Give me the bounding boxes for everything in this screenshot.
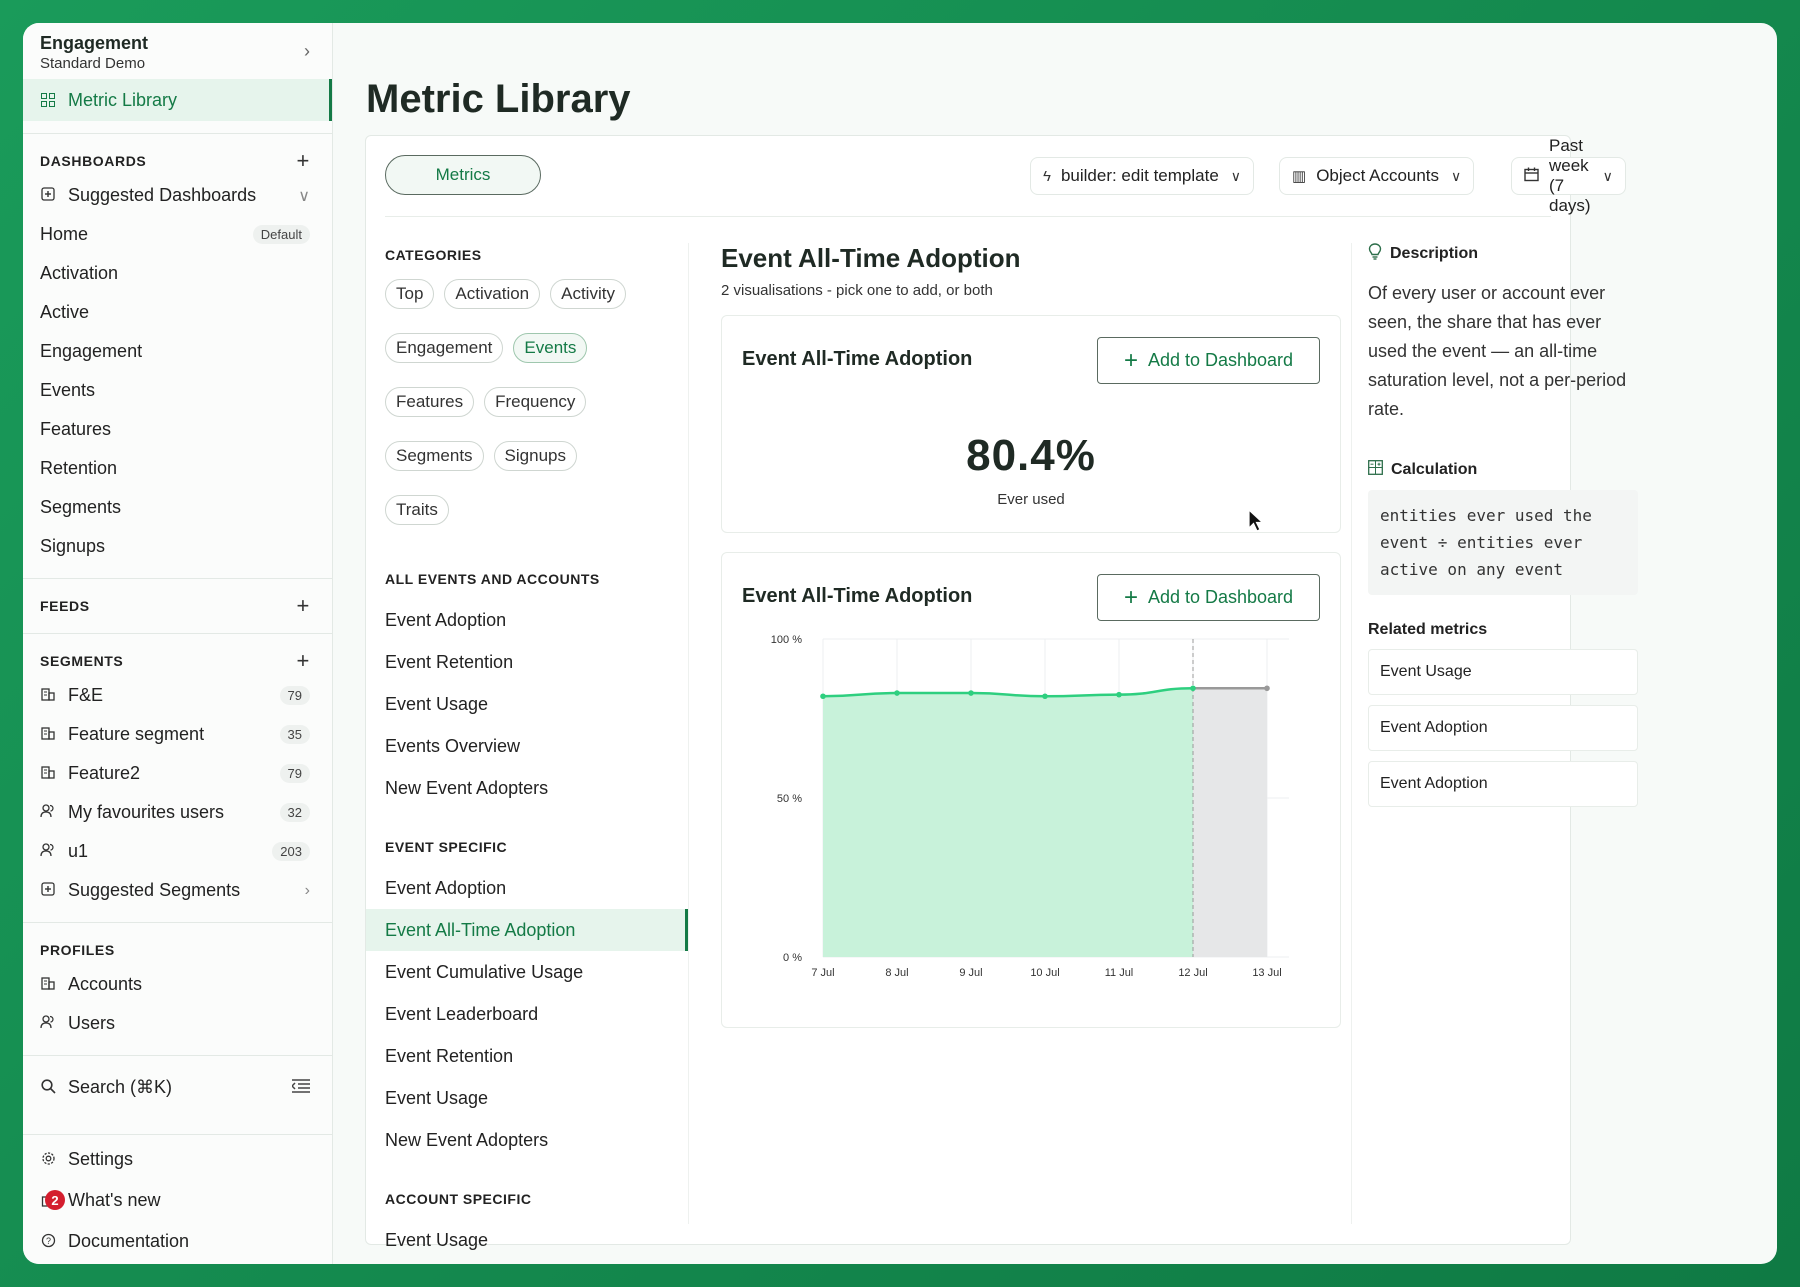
chevron-down-icon: ∨: [1230, 167, 1242, 184]
period-dropdown[interactable]: Past week (7 days) ∨: [1511, 136, 1626, 215]
data-point: [1190, 685, 1196, 692]
category-chip[interactable]: Events: [513, 333, 588, 363]
bolt-icon: ϟ: [1043, 167, 1051, 185]
viz-chart-card: Event All-Time Adoption + Add to Dashboa…: [721, 552, 1341, 1028]
related-metric-item[interactable]: Event Usage: [1368, 649, 1638, 695]
chevron-down-icon: ∨: [1451, 167, 1462, 184]
metric-group-header: ACCOUNT SPECIFIC: [385, 1191, 532, 1207]
metric-group-header: ALL EVENTS AND ACCOUNTS: [385, 571, 600, 587]
metric-detail: Event All-Time Adoption 2 visualisations…: [721, 243, 1341, 1028]
incomplete-period-area: [1193, 688, 1267, 957]
y-tick-label: 0 %: [783, 952, 802, 964]
metric-list-item[interactable]: Event All-Time Adoption: [366, 909, 688, 951]
calculator-icon: [1368, 460, 1383, 480]
metric-list-item[interactable]: Event Adoption: [366, 599, 688, 641]
x-tick-label: 13 Jul: [1252, 967, 1281, 979]
mouse-cursor-icon: [1248, 509, 1265, 532]
category-chip[interactable]: Traits: [385, 495, 449, 525]
description-header-label: Description: [1390, 245, 1479, 262]
metric-list-item[interactable]: Events Overview: [366, 725, 688, 767]
related-metrics-header: Related metrics: [1368, 621, 1488, 638]
metric-title: Event All-Time Adoption: [721, 243, 1021, 273]
metric-list-item[interactable]: Event Adoption: [366, 867, 688, 909]
categories-header: CATEGORIES: [385, 247, 482, 263]
category-chip[interactable]: Activity: [550, 279, 626, 309]
x-tick-label: 9 Jul: [959, 967, 982, 979]
building-icon: ▥: [1292, 168, 1307, 185]
divider: [385, 216, 1551, 217]
viz-title: Event All-Time Adoption: [742, 348, 973, 370]
description-text: Of every user or account ever seen, the …: [1368, 283, 1627, 419]
metric-library-card: Metrics ϟ builder: edit template ∨ ▥ Obj…: [365, 135, 1638, 1250]
main: Metric Library Metrics ϟ builder: edit t…: [23, 23, 1777, 1264]
metric-list-item[interactable]: New Event Adopters: [366, 1119, 688, 1161]
category-chip[interactable]: Features: [385, 387, 475, 417]
add-to-dashboard-button[interactable]: + Add to Dashboard: [1097, 337, 1320, 384]
metrics-tab[interactable]: Metrics: [385, 155, 541, 195]
app-window: Engagement Standard Demo › Metric Librar…: [23, 23, 1777, 1264]
category-chip[interactable]: Activation: [444, 279, 541, 309]
add-to-dashboard-label: Add to Dashboard: [1147, 350, 1294, 370]
template-dropdown-label: builder: edit template: [1060, 166, 1219, 185]
description-header: Description: [1368, 243, 1638, 265]
data-point: [820, 693, 826, 700]
object-dropdown-label: Object Accounts: [1316, 166, 1440, 185]
metric-list-item[interactable]: Event Retention: [366, 1035, 688, 1077]
x-tick-label: 12 Jul: [1178, 967, 1207, 979]
related-metrics-list: Event Usage Event Adoption Event Adoption: [1368, 649, 1638, 807]
data-point: [1042, 693, 1048, 700]
x-tick-label: 8 Jul: [885, 967, 908, 979]
metric-list: CATEGORIES Top Activation Activity Engageme…: [366, 243, 688, 1261]
metric-list-item[interactable]: Event Retention: [366, 641, 688, 683]
category-chip[interactable]: Signups: [493, 441, 577, 471]
y-tick-label: 100 %: [771, 634, 802, 646]
metric-value: 80.4%: [966, 431, 1096, 480]
period-dropdown-label: Past week (7 days): [1549, 136, 1591, 215]
data-point: [894, 690, 900, 696]
metric-details-panel: Description Of every user or account eve…: [1368, 243, 1638, 807]
category-chips: Top Activation Activity Engagement Events Fea…: [366, 267, 626, 525]
column-divider: [688, 243, 689, 1224]
related-metric-item[interactable]: Event Adoption: [1368, 761, 1638, 807]
chevron-down-icon: ∨: [1602, 167, 1613, 184]
metric-value-label: Ever used: [997, 491, 1065, 508]
metric-group-header: EVENT SPECIFIC: [385, 839, 508, 855]
page-title: Metric Library: [366, 77, 631, 121]
calendar-icon: [1524, 167, 1539, 186]
object-dropdown[interactable]: ▥ Object Accounts ∨: [1279, 157, 1475, 195]
y-tick-label: 50 %: [777, 793, 802, 805]
metric-subtitle: 2 visualisations - pick one to add, or b…: [721, 282, 993, 299]
related-metric-item[interactable]: Event Adoption: [1368, 705, 1638, 751]
metric-list-item[interactable]: Event Cumulative Usage: [366, 951, 688, 993]
x-tick-label: 10 Jul: [1030, 967, 1059, 979]
x-tick-label: 7 Jul: [811, 967, 834, 979]
adoption-area: [823, 688, 1193, 957]
metric-list-item[interactable]: Event Usage: [366, 1077, 688, 1119]
data-point: [968, 690, 974, 696]
lightbulb-icon: [1368, 243, 1382, 265]
category-chip[interactable]: Engagement: [385, 333, 504, 363]
column-divider: [1351, 243, 1352, 1224]
metric-list-item[interactable]: New Event Adopters: [366, 767, 688, 809]
x-tick-label: 11 Jul: [1105, 967, 1134, 979]
metric-groups: ALL EVENTS AND ACCOUNTS Event Adoption Eve…: [366, 567, 688, 1261]
template-dropdown[interactable]: ϟ builder: edit template ∨: [1030, 157, 1255, 195]
metric-list-item[interactable]: Event Usage: [366, 683, 688, 725]
category-chip[interactable]: Frequency: [484, 387, 587, 417]
data-point: [1116, 691, 1122, 698]
calculation-code: entities ever used the event ÷ entities …: [1368, 490, 1638, 595]
category-chip[interactable]: Top: [385, 279, 435, 309]
viz-number-card: Event All-Time Adoption + Add to Dashboa…: [721, 315, 1341, 533]
calculation-header-label: Calculation: [1391, 461, 1478, 478]
calculation-header: Calculation: [1368, 460, 1638, 480]
adoption-chart: 100 % 50 % 0 % 7 Jul 8 Jul 9 Jul 10 Jul 11 Jul 1…: [771, 634, 1289, 979]
metric-list-item[interactable]: Event Leaderboard: [366, 993, 688, 1035]
metric-list-item[interactable]: Event Usage: [366, 1219, 688, 1261]
category-chip[interactable]: Segments: [385, 441, 484, 471]
data-point: [1264, 685, 1270, 692]
plus-icon: +: [1123, 346, 1138, 374]
